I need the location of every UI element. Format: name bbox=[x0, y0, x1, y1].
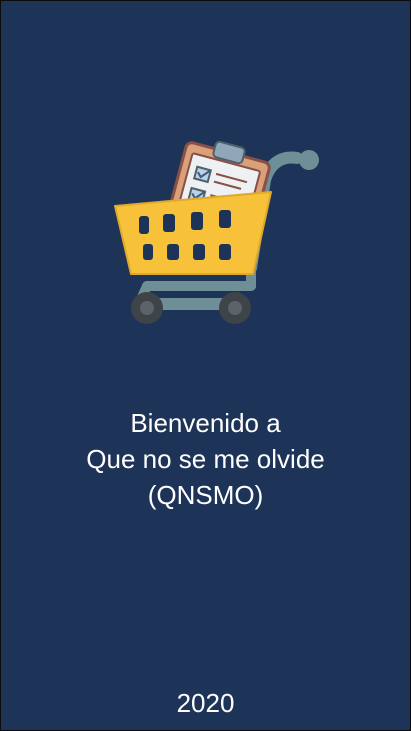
shopping-cart-with-checklist-icon bbox=[114, 140, 319, 324]
copyright-year: 2020 bbox=[176, 688, 235, 718]
welcome-message: Bienvenido a Que no se me olvide (QNSMO) bbox=[1, 405, 410, 513]
welcome-app-acronym: (QNSMO) bbox=[147, 480, 264, 510]
welcome-line-1: Bienvenido a bbox=[130, 408, 281, 438]
welcome-app-name: Que no se me olvide bbox=[86, 444, 325, 474]
splash-screen: Bienvenido a Que no se me olvide (QNSMO)… bbox=[0, 0, 411, 731]
